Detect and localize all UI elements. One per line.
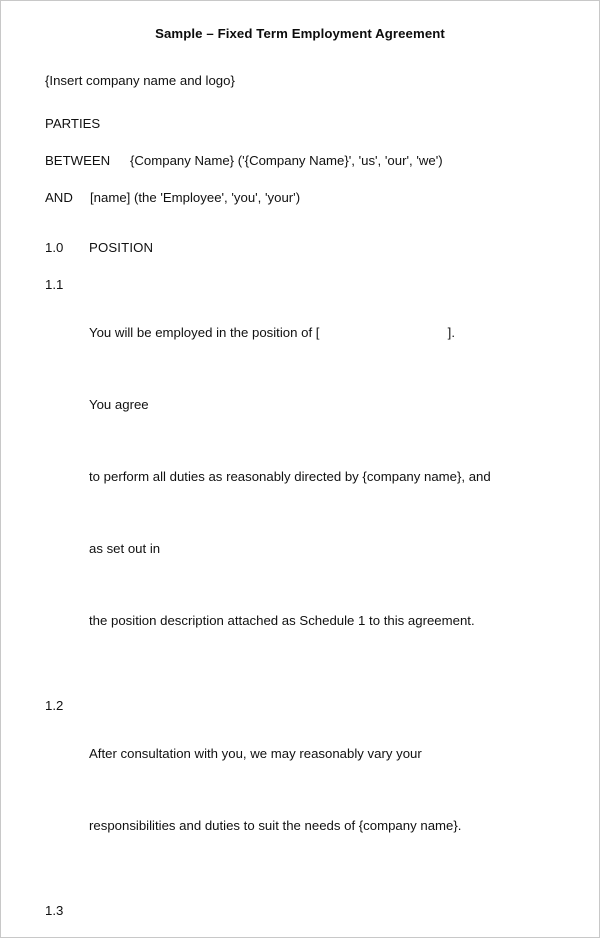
parties-and-row: AND [name] (the 'Employee', 'you', 'your… bbox=[45, 186, 571, 210]
page-title: Sample – Fixed Term Employment Agreement bbox=[155, 26, 445, 41]
clause-line: as set out in bbox=[89, 541, 161, 556]
company-name-placeholder: {Insert company name and logo} bbox=[45, 73, 235, 88]
clause-number-1-3: 1.3 bbox=[45, 903, 64, 918]
section-heading-1: 1.0 POSITION bbox=[45, 236, 571, 260]
and-label: AND bbox=[45, 190, 73, 205]
parties-between-row: BETWEEN {Company Name} ('{Company Name}'… bbox=[45, 149, 571, 173]
section-title-1: POSITION bbox=[89, 240, 154, 255]
parties-heading: PARTIES bbox=[45, 116, 101, 131]
clause-number-1-2: 1.2 bbox=[45, 698, 64, 713]
clause-line: You will be employed in the position of … bbox=[89, 325, 456, 340]
clause-text-1-2: After consultation with you, we may reas… bbox=[89, 694, 571, 886]
document-page: Sample – Fixed Term Employment Agreement… bbox=[0, 0, 600, 938]
clause-text-1-3: You shall report to [ ], and will be bas… bbox=[89, 899, 571, 937]
clause-line: You agree bbox=[89, 397, 149, 412]
clause-1-3: 1.3 You shall report to [ ], and will be… bbox=[45, 899, 571, 937]
clause-text-1-1: You will be employed in the position of … bbox=[89, 273, 571, 681]
section-number-1: 1.0 bbox=[45, 240, 64, 255]
clause-line: to perform all duties as reasonably dire… bbox=[89, 469, 491, 484]
and-value: [name] (the 'Employee', 'you', 'your') bbox=[90, 190, 301, 205]
clause-number-1-1: 1.1 bbox=[45, 277, 64, 292]
clause-line: responsibilities and duties to suit the … bbox=[89, 818, 462, 833]
clause-1-1: 1.1 You will be employed in the position… bbox=[45, 273, 571, 681]
clause-line: After consultation with you, we may reas… bbox=[89, 746, 422, 761]
between-value: {Company Name} ('{Company Name}', 'us', … bbox=[130, 153, 443, 168]
document-body: Sample – Fixed Term Employment Agreement… bbox=[1, 1, 599, 937]
between-label: BETWEEN bbox=[45, 153, 111, 168]
clause-line: the position description attached as Sch… bbox=[89, 613, 475, 628]
clause-1-2: 1.2 After consultation with you, we may … bbox=[45, 694, 571, 886]
